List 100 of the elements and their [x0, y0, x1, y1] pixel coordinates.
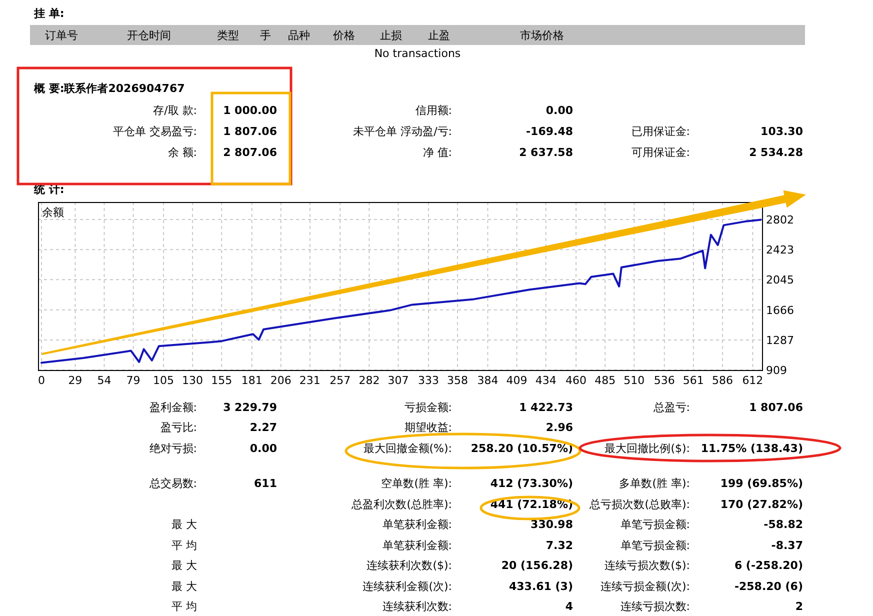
axis-tick-label: 460 — [566, 374, 587, 387]
field-label: 可用保证金: — [631, 146, 690, 159]
field-label: 期望收益: — [404, 421, 452, 434]
field-label: 总亏损次数(总败率): — [590, 498, 690, 511]
field-label: 未平仓单 浮动盈/亏: — [353, 125, 452, 138]
axis-tick-label: 2045 — [766, 274, 794, 287]
axis-tick-label: 612 — [742, 374, 764, 387]
axis-tick-label: 282 — [358, 374, 380, 387]
field-value: 2 807.06 — [223, 146, 277, 159]
field-label: 已用保证金: — [631, 125, 690, 138]
axis-tick-label: 257 — [330, 374, 351, 387]
axis-tick-label: 586 — [712, 374, 733, 387]
field-value: 1 000.00 — [223, 104, 277, 117]
field-label: 平 均 — [172, 538, 197, 552]
axis-tick-label: 561 — [682, 374, 704, 387]
field-label: 连续亏损金额(次): — [600, 580, 690, 593]
field-value: 258.20 (10.57%) — [470, 442, 573, 455]
field-label: 总盈利次数(总胜率): — [352, 498, 452, 511]
axis-tick-label: 434 — [535, 374, 556, 387]
field-label: 连续获利次数($): — [366, 559, 452, 572]
field-label: 单笔获利金额: — [382, 538, 452, 552]
field-label: 绝对亏损: — [149, 442, 197, 455]
field-label: 余 额: — [168, 146, 197, 159]
field-label: 盈利金额: — [149, 400, 197, 414]
axis-tick-label: 510 — [624, 374, 645, 387]
axis-tick-label: 130 — [182, 374, 204, 387]
field-label: 单笔亏损金额: — [620, 518, 690, 532]
empty-message: No transactions — [374, 47, 461, 60]
axis-tick-label: 181 — [241, 374, 262, 387]
field-label: 最大回撤比例($): — [604, 442, 690, 455]
axis-tick-label: 155 — [211, 374, 232, 387]
section-title: 挂 单: — [34, 6, 66, 22]
axis-tick-label: 231 — [299, 374, 320, 387]
field-value: 170 (27.82%) — [720, 498, 803, 511]
field-label: 连续亏损次数: — [620, 600, 690, 614]
field-value: 1 807.06 — [223, 125, 277, 138]
field-label: 净 值: — [422, 146, 452, 159]
axis-tick-label: 485 — [594, 374, 616, 387]
axis-tick-label: 307 — [388, 374, 409, 387]
field-label: 信用额: — [415, 104, 452, 117]
field-label: 总盈亏: — [653, 400, 690, 414]
field-value: 0.00 — [250, 442, 277, 455]
axis-tick-label: 0 — [38, 374, 45, 387]
field-label: 存/取 款: — [153, 104, 197, 117]
field-label: 连续获利次数: — [382, 600, 452, 614]
field-label: 总交易数: — [149, 477, 197, 490]
field-value: 433.61 (3) — [509, 580, 573, 593]
axis-tick-label: 29 — [68, 374, 82, 387]
axis-tick-label: 54 — [97, 374, 112, 387]
field-label: 最大回撤金额(%): — [363, 442, 452, 455]
field-label: 最 大 — [172, 559, 197, 572]
axis-tick-label: 1287 — [766, 334, 794, 347]
field-value: 2.27 — [250, 421, 277, 434]
field-value: 4 — [565, 600, 573, 614]
field-label: 单笔获利金额: — [382, 518, 452, 532]
field-value: 2 534.28 — [749, 146, 803, 159]
field-value: 2.96 — [546, 421, 573, 434]
field-label: 平仓单 交易盈亏: — [112, 125, 197, 138]
section-title: 概 要:联系作者2026904767 — [34, 81, 186, 97]
field-value: -258.20 (6) — [734, 580, 803, 593]
field-label: 单笔亏损金额: — [620, 538, 690, 552]
series-label: 余额 — [42, 206, 64, 219]
field-value: 20 (156.28) — [501, 559, 573, 572]
axis-tick-label: 909 — [766, 364, 787, 377]
axis-tick-label: 206 — [270, 374, 292, 387]
axis-tick-label: 1666 — [766, 304, 794, 317]
field-label: 多单数(胜 率): — [619, 477, 690, 490]
axis-tick-label: 105 — [153, 374, 174, 387]
field-value: 330.98 — [530, 518, 573, 532]
axis-tick-label: 333 — [418, 374, 439, 387]
field-value: 103.30 — [760, 125, 803, 138]
field-value: 11.75% (138.43) — [700, 442, 803, 455]
field-value: -58.82 — [764, 518, 803, 532]
axis-tick-label: 384 — [477, 374, 498, 387]
field-value: 2 637.58 — [519, 146, 573, 159]
field-label: 最 大 — [172, 580, 197, 593]
axis-tick-label: 536 — [654, 374, 675, 387]
table-header: 订单号 开仓时间 类型 手 品种 价格 止损 止盈 市场价格 — [30, 25, 805, 45]
axis-tick-label: 2423 — [766, 244, 794, 257]
axis-tick-label: 79 — [126, 374, 140, 387]
field-value: 2 — [795, 600, 803, 614]
field-value: 611 — [254, 477, 277, 490]
field-value: 1 807.06 — [749, 400, 803, 414]
field-label: 空单数(胜 率): — [381, 477, 452, 490]
field-value: 412 (73.30%) — [490, 477, 573, 490]
axis-tick-label: 358 — [447, 374, 468, 387]
field-value: 1 422.73 — [519, 400, 573, 414]
field-label: 连续亏损次数($): — [604, 559, 690, 572]
field-label: 盈亏比: — [160, 421, 197, 434]
field-value: 199 (69.85%) — [720, 477, 803, 490]
field-label: 亏损金额: — [404, 400, 452, 414]
axis-tick-label: 409 — [506, 374, 528, 387]
field-label: 平 均 — [172, 600, 197, 614]
field-value: -169.48 — [526, 125, 573, 138]
field-label: 最 大 — [172, 518, 197, 532]
field-value: 0.00 — [546, 104, 573, 117]
field-value: 7.32 — [546, 538, 573, 552]
field-label: 连续获利金额(次): — [362, 580, 452, 593]
field-value: -8.37 — [771, 538, 803, 552]
field-value: 6 (-258.20) — [734, 559, 803, 572]
